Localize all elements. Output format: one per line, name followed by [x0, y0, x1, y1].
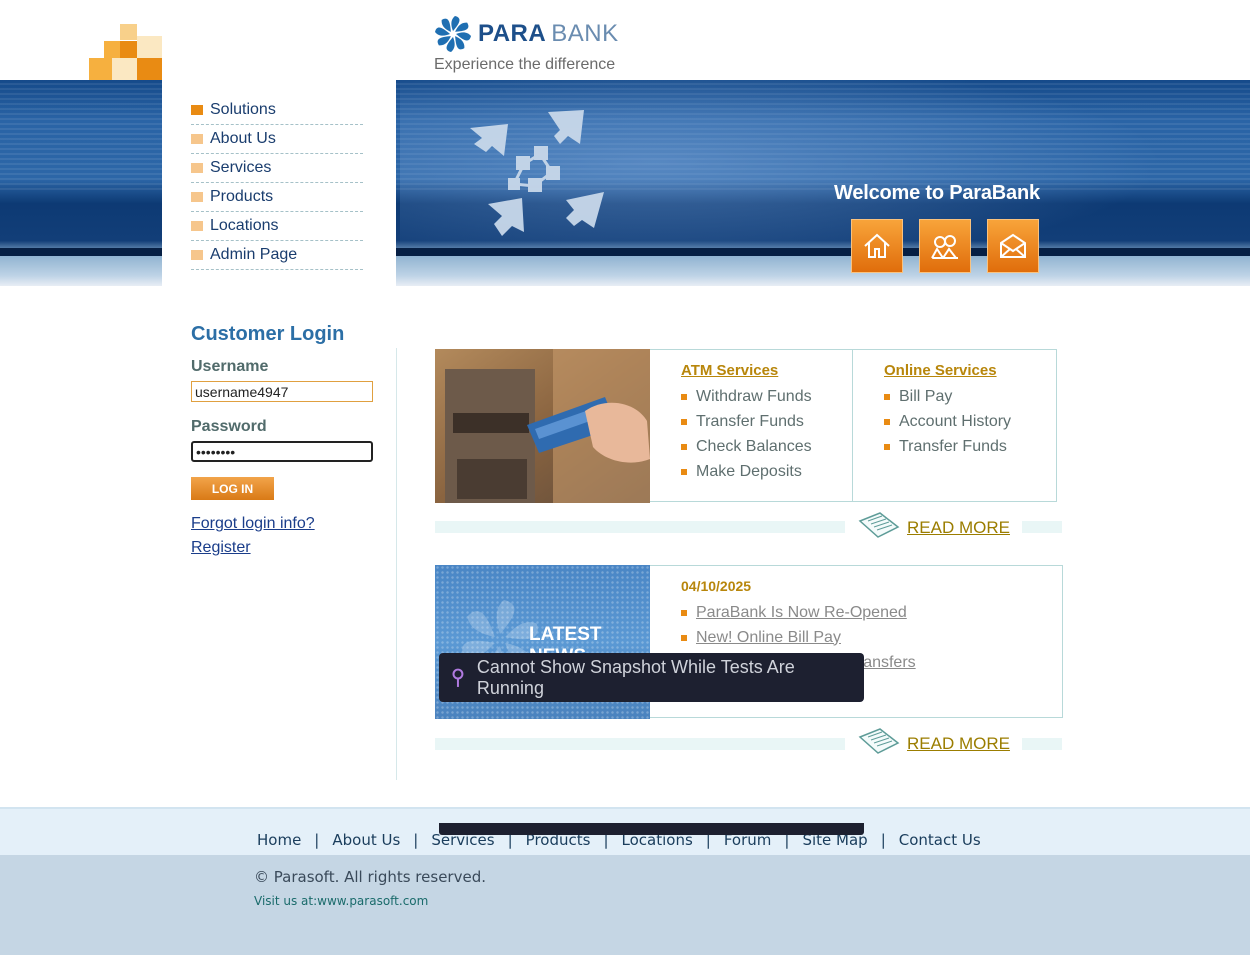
services-column-divider	[852, 349, 853, 502]
home-icon	[864, 233, 890, 258]
online-service-label: Transfer Funds	[899, 437, 1007, 455]
password-label: Password	[191, 418, 267, 435]
locator-pin-icon	[452, 668, 464, 687]
customer-login-title: Customer Login	[191, 323, 345, 345]
bullet-icon	[191, 134, 203, 144]
snapshot-tooltip: Cannot Show Snapshot While Tests Are Run…	[439, 653, 864, 702]
menu-link[interactable]: Products	[210, 188, 273, 206]
atm-service-label: Transfer Funds	[696, 412, 804, 430]
list-item: ParaBank Is Now Re-Opened	[681, 600, 916, 625]
news-read-more-link[interactable]: READ MORE	[907, 734, 1010, 754]
read-more-strip	[1022, 738, 1062, 750]
footer-link-home[interactable]: Home	[257, 831, 301, 849]
atm-services-list: Withdraw Funds Transfer Funds Check Bala…	[681, 384, 812, 484]
menu-item-locations[interactable]: Locations	[191, 212, 363, 241]
bullet-icon	[191, 105, 203, 115]
password-field[interactable]	[191, 441, 373, 462]
bullet-icon	[191, 250, 203, 260]
forgot-login-link[interactable]: Forgot login info?	[191, 515, 315, 533]
atm-services-heading[interactable]: ATM Services	[681, 362, 778, 379]
username-field[interactable]	[191, 381, 373, 402]
bullet-icon	[681, 468, 687, 475]
login-button[interactable]: LOG IN	[191, 477, 274, 500]
menu-link[interactable]: Services	[210, 159, 271, 177]
read-more-strip	[435, 738, 845, 750]
list-item: Bill Pay	[884, 384, 1011, 409]
menu-link[interactable]: Solutions	[210, 101, 276, 119]
content-divider	[396, 348, 397, 780]
snapshot-overlay-bar	[439, 823, 864, 835]
bullet-icon	[681, 609, 687, 616]
document-icon	[858, 728, 900, 754]
footer-band	[0, 855, 1250, 955]
atm-service-label: Withdraw Funds	[696, 387, 812, 405]
footer-separator: |	[880, 831, 886, 849]
footer-link-about-us[interactable]: About Us	[332, 831, 400, 849]
news-link[interactable]: New! Online Bill Pay	[696, 629, 841, 647]
menu-item-products[interactable]: Products	[191, 183, 363, 212]
bullet-icon	[191, 221, 203, 231]
register-link[interactable]: Register	[191, 539, 251, 557]
parabank-flower-icon	[435, 16, 471, 52]
list-item: Make Deposits	[681, 459, 812, 484]
bullet-icon	[681, 443, 687, 450]
list-item: Account History	[884, 409, 1011, 434]
welcome-heading: Welcome to ParaBank	[834, 182, 1040, 204]
bullet-icon	[884, 393, 890, 400]
tagline: Experience the difference	[434, 56, 616, 73]
visit-parasoft-text[interactable]: Visit us at:www.parasoft.com	[254, 894, 428, 908]
left-menu: Solutions About Us Services Products Loc…	[191, 96, 363, 270]
parabank-brand-logo[interactable]: PARA BANK	[434, 14, 619, 54]
list-item: Withdraw Funds	[681, 384, 812, 409]
menu-item-admin-page[interactable]: Admin Page	[191, 241, 363, 270]
news-link[interactable]: ParaBank Is Now Re-Opened	[696, 604, 907, 622]
document-icon	[858, 512, 900, 538]
parabank-logo-squares[interactable]	[89, 24, 162, 80]
footer-separator: |	[314, 831, 320, 849]
copyright-text: © Parasoft. All rights reserved.	[254, 868, 486, 886]
services-read-more-link[interactable]: READ MORE	[907, 518, 1010, 538]
atm-service-label: Make Deposits	[696, 462, 802, 480]
network-graphic-icon	[470, 110, 604, 236]
online-services-list: Bill Pay Account History Transfer Funds	[884, 384, 1011, 459]
atm-photo	[435, 349, 650, 503]
about-button[interactable]	[919, 219, 971, 273]
online-service-label: Bill Pay	[899, 387, 953, 405]
atm-service-label: Check Balances	[696, 437, 812, 455]
username-label: Username	[191, 358, 269, 375]
contact-button[interactable]	[987, 219, 1039, 273]
brand-para: PARA	[478, 20, 547, 47]
footer-link-contact-us[interactable]: Contact Us	[899, 831, 981, 849]
tooltip-text: Cannot Show Snapshot While Tests Are Run…	[476, 656, 795, 698]
footer-separator: |	[413, 831, 419, 849]
bullet-icon	[884, 443, 890, 450]
read-more-strip	[435, 521, 845, 533]
brand-bank: BANK	[551, 20, 619, 47]
list-item: Check Balances	[681, 434, 812, 459]
contact-people-icon	[931, 235, 958, 259]
online-service-label: Account History	[899, 412, 1012, 430]
list-item: Transfer Funds	[884, 434, 1011, 459]
bullet-icon	[191, 163, 203, 173]
list-item: Transfer Funds	[681, 409, 812, 434]
menu-item-about-us[interactable]: About Us	[191, 125, 363, 154]
bullet-icon	[884, 418, 890, 425]
news-date: 04/10/2025	[681, 578, 752, 594]
home-button[interactable]	[851, 219, 903, 273]
online-services-heading[interactable]: Online Services	[884, 362, 997, 379]
menu-link[interactable]: About Us	[210, 130, 276, 148]
bullet-icon	[681, 393, 687, 400]
bullet-icon	[681, 634, 687, 641]
list-item: New! Online Bill Pay	[681, 625, 916, 650]
menu-link[interactable]: Admin Page	[210, 246, 297, 264]
menu-link[interactable]: Locations	[210, 217, 279, 235]
read-more-strip	[1022, 521, 1062, 533]
menu-item-services[interactable]: Services	[191, 154, 363, 183]
bullet-icon	[681, 418, 687, 425]
envelope-icon	[1000, 233, 1026, 258]
bullet-icon	[191, 192, 203, 202]
menu-item-solutions[interactable]: Solutions	[191, 96, 363, 125]
